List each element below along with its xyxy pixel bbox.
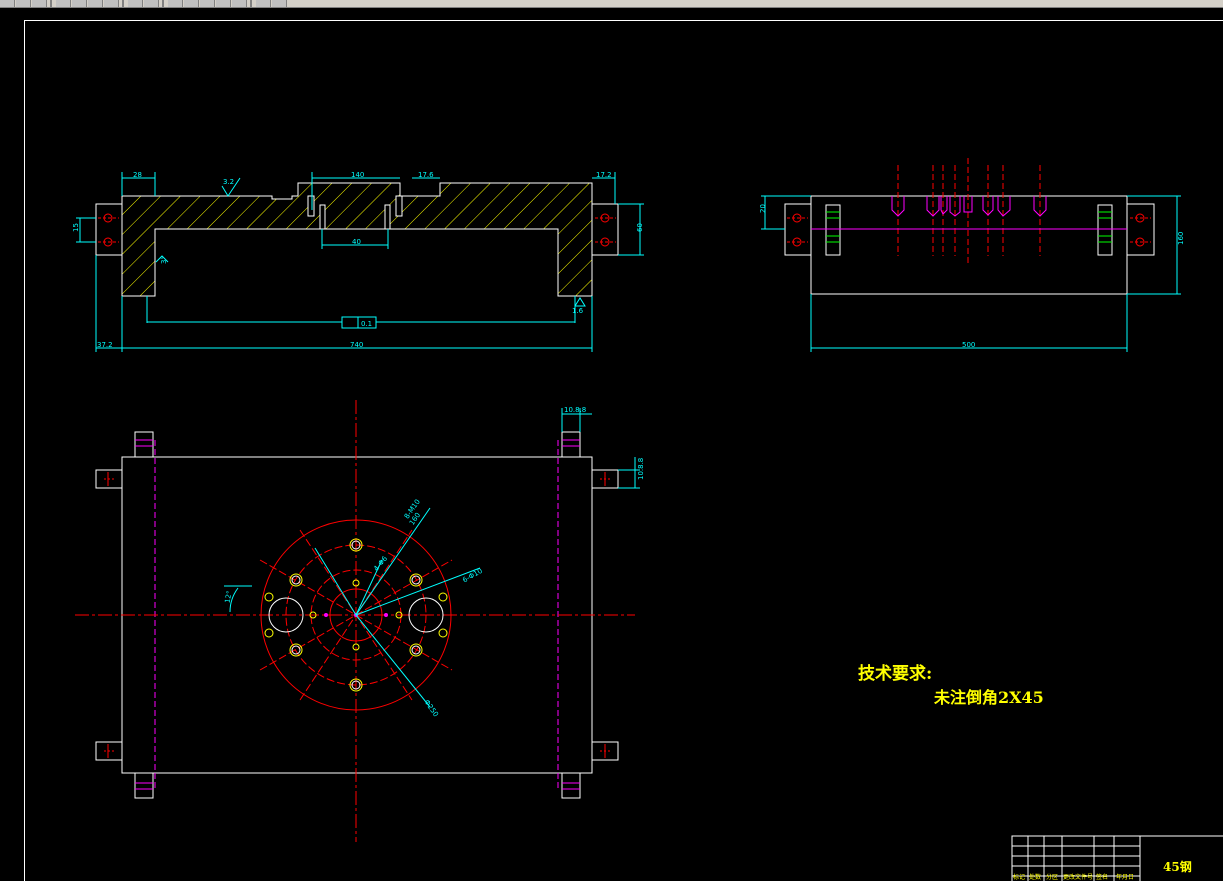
drawing-frame xyxy=(24,20,1223,881)
front-dim-left-height: 15 xyxy=(72,223,80,232)
zoom-window-icon[interactable] xyxy=(200,0,215,7)
front-right-lug xyxy=(591,203,619,256)
side-dim-left-small: 20 xyxy=(759,204,767,213)
top-dim-right-side: 10.8.8 xyxy=(637,458,645,480)
title-block-material: 45钢 xyxy=(1163,860,1192,874)
front-dim-bottom-total: 740 xyxy=(350,341,363,349)
side-dim-height: 160 xyxy=(1177,232,1185,245)
copy-icon[interactable] xyxy=(88,0,103,7)
front-dim-bottom-left: 37.2 xyxy=(97,341,113,349)
front-dim-right-height: 60 xyxy=(636,223,644,232)
zoom-realtime-icon[interactable] xyxy=(184,0,199,7)
toolbar-separator xyxy=(162,0,164,7)
tech-requirements-title: 技术要求: xyxy=(858,664,933,684)
title-block-label-count: 处数 xyxy=(1029,874,1042,881)
front-dim-top-right: 17.2 xyxy=(596,171,612,179)
drawing-canvas[interactable]: 28 3.2 140 17.6 17.2 40 0.1 1.6 37.2 740… xyxy=(0,8,1223,881)
paste-icon[interactable] xyxy=(104,0,119,7)
title-block-label-date: 年月日 xyxy=(1116,874,1135,881)
front-dim-top-mid: 140 xyxy=(351,171,364,179)
tech-requirements-note: 未注倒角2X45 xyxy=(934,688,1044,707)
top-view: 10.8.8 10.8.8 12° 8-M10 160 4-Φ6 6-Φ10 Φ… xyxy=(75,400,645,842)
pan-icon[interactable] xyxy=(168,0,183,7)
side-left-lug xyxy=(784,203,812,256)
title-block-label-mark: 标记 xyxy=(1013,874,1026,881)
front-dim-tolerance: 0.1 xyxy=(361,320,372,328)
top-dim-top-right: 10.8.8 xyxy=(564,406,586,414)
side-body xyxy=(810,195,1128,295)
toolbar-separator xyxy=(122,0,124,7)
design-center-icon[interactable] xyxy=(256,0,271,7)
toolbar-separator xyxy=(50,0,52,7)
front-view: 28 3.2 140 17.6 17.2 40 0.1 1.6 37.2 740… xyxy=(72,171,644,352)
top-dim-hole-right: 6-Φ10 xyxy=(461,567,484,585)
front-dim-angle: 3° xyxy=(160,256,168,264)
front-dim-top-right-small: 17.6 xyxy=(418,171,434,179)
front-dim-roughness: 3.2 xyxy=(223,178,234,186)
cad-drawing[interactable]: 28 3.2 140 17.6 17.2 40 0.1 1.6 37.2 740… xyxy=(0,8,1223,881)
toolbar xyxy=(0,0,1223,8)
save-icon[interactable] xyxy=(32,0,47,7)
side-view: 20 160 500 xyxy=(759,158,1185,352)
properties-icon[interactable] xyxy=(232,0,247,7)
toolbar-separator xyxy=(250,0,252,7)
redo-icon[interactable] xyxy=(144,0,159,7)
undo-icon[interactable] xyxy=(128,0,143,7)
front-dim-inner: 40 xyxy=(352,238,361,246)
front-left-lug xyxy=(95,203,123,256)
top-dim-circle-dia: Φ250 xyxy=(422,698,439,718)
print-icon[interactable] xyxy=(56,0,71,7)
side-right-lug xyxy=(1126,203,1155,256)
zoom-previous-icon[interactable] xyxy=(216,0,231,7)
title-block-label-docno: 更改文件号 xyxy=(1063,874,1094,881)
top-dim-angle: 12° xyxy=(224,590,234,604)
new-icon[interactable] xyxy=(0,0,15,7)
front-dim-roughness-right: 1.6 xyxy=(572,307,584,315)
help-icon[interactable] xyxy=(272,0,287,7)
side-dim-width: 500 xyxy=(962,341,975,349)
title-block-label-zone: 分区 xyxy=(1046,874,1059,881)
cut-icon[interactable] xyxy=(72,0,87,7)
technical-requirements: 技术要求: 未注倒角2X45 xyxy=(858,663,1044,709)
front-dim-top-left: 28 xyxy=(133,171,142,179)
title-block-label-sign: 签名 xyxy=(1096,874,1109,881)
open-icon[interactable] xyxy=(16,0,31,7)
